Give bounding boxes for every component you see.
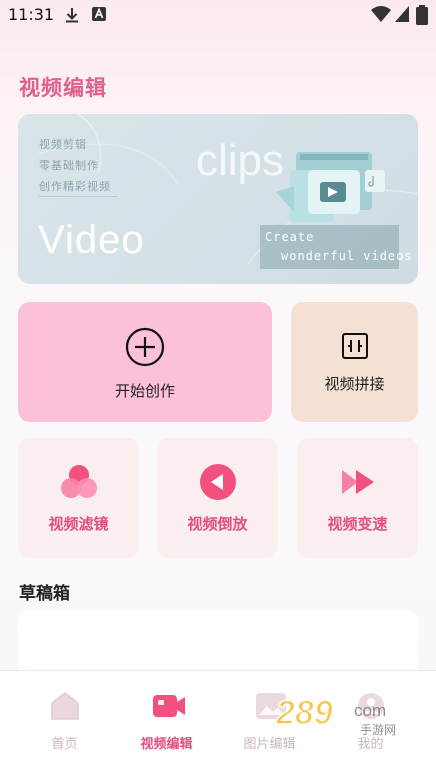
status-bar: 11:31 xyxy=(0,0,436,32)
banner-video-text: Video xyxy=(38,218,145,262)
filter-icon xyxy=(61,465,97,498)
video-edit-icon xyxy=(153,695,185,717)
wifi-icon xyxy=(371,6,391,22)
app-notification-icon xyxy=(92,7,106,21)
svg-text:com: com xyxy=(354,701,386,720)
merge-icon xyxy=(342,333,368,359)
banner-caption-line2: wonderful videos xyxy=(281,249,413,263)
banner-tag: 视频剪辑 xyxy=(39,138,87,151)
signal-icon xyxy=(395,6,409,22)
page-title: 视频编辑 xyxy=(19,76,107,100)
home-icon xyxy=(51,692,79,720)
video-camera-icon xyxy=(276,152,385,222)
tab-video-edit[interactable]: 视频编辑 xyxy=(112,671,221,777)
battery-icon xyxy=(416,5,428,25)
banner-tag: 零基础制作 xyxy=(39,159,99,172)
svg-text:289: 289 xyxy=(275,694,333,732)
promo-banner[interactable]: 视频剪辑 零基础制作 创作精彩视频 clips Create wonderful… xyxy=(18,114,418,284)
video-merge-label: 视频拼接 xyxy=(324,375,385,393)
watermark-logo: 289 com 手游网 xyxy=(274,694,396,737)
banner-tag: 创作精彩视频 xyxy=(39,180,111,193)
video-reverse-button[interactable]: 视频倒放 xyxy=(157,438,278,558)
banner-divider xyxy=(39,196,117,197)
banner-caption-line1: Create xyxy=(265,230,315,244)
video-speed-label: 视频变速 xyxy=(327,515,388,533)
add-icon xyxy=(125,327,165,367)
drafts-title: 草稿箱 xyxy=(19,584,70,604)
video-speed-button[interactable]: 视频变速 xyxy=(297,438,418,558)
speed-icon xyxy=(342,470,374,494)
reverse-icon xyxy=(200,464,236,500)
video-filter-button[interactable]: 视频滤镜 xyxy=(18,438,139,558)
tab-label: 首页 xyxy=(51,737,78,752)
video-filter-label: 视频滤镜 xyxy=(48,515,109,533)
download-icon xyxy=(66,8,78,23)
start-creating-label: 开始创作 xyxy=(114,382,175,400)
svg-text:手游网: 手游网 xyxy=(360,723,396,737)
video-merge-button[interactable]: 视频拼接 xyxy=(291,302,418,422)
video-reverse-label: 视频倒放 xyxy=(187,515,248,533)
tab-home[interactable]: 首页 xyxy=(10,671,119,777)
status-time: 11:31 xyxy=(8,5,55,24)
tab-label: 视频编辑 xyxy=(140,737,193,752)
start-creating-button[interactable]: 开始创作 xyxy=(18,302,272,422)
